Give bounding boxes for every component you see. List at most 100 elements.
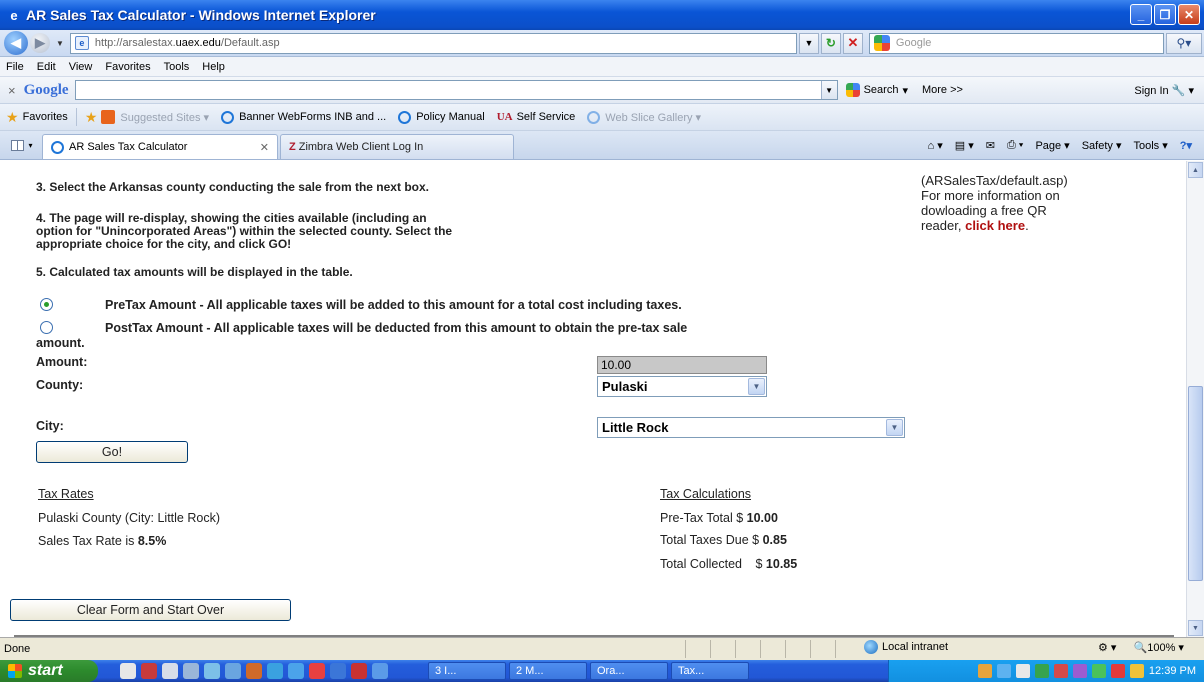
tools-menu[interactable]: Tools ▾: [1133, 139, 1167, 152]
app-icon[interactable]: [267, 663, 283, 679]
search-button[interactable]: ⚲ ▾: [1165, 32, 1202, 54]
google-search-button[interactable]: Search ▾: [845, 83, 908, 97]
vertical-scrollbar[interactable]: ▲ ▼: [1186, 161, 1204, 637]
ie-page-icon: [51, 140, 64, 154]
menu-edit[interactable]: Edit: [37, 61, 56, 73]
app-icon[interactable]: [120, 663, 136, 679]
qr-click-here-link[interactable]: click here: [965, 218, 1025, 233]
close-tab-icon[interactable]: ✕: [260, 141, 269, 154]
status-text: Done: [4, 643, 31, 655]
favorite-web-slice-gallery[interactable]: Web Slice Gallery ▾: [587, 110, 701, 124]
tray-icon[interactable]: [1091, 664, 1106, 678]
menu-view[interactable]: View: [69, 61, 93, 73]
menu-help[interactable]: Help: [202, 61, 225, 73]
tray-icon[interactable]: [977, 664, 992, 678]
search-input[interactable]: Google: [868, 32, 1164, 54]
back-button[interactable]: ◀: [4, 31, 28, 55]
page-icon: e: [74, 36, 89, 50]
app-icon[interactable]: [183, 663, 199, 679]
tray-icon[interactable]: [1015, 664, 1030, 678]
tray-icon[interactable]: [996, 664, 1011, 678]
refresh-button[interactable]: ↻: [820, 32, 841, 54]
city-select[interactable]: Little Rock ▼: [597, 417, 905, 438]
city-label: City:: [36, 419, 64, 433]
qr-note-line: (ARSalesTax/default.asp): [921, 173, 1068, 188]
app-icon[interactable]: [141, 663, 157, 679]
pretax-total-label: Pre-Tax Total $: [660, 511, 747, 525]
app-icon[interactable]: [330, 663, 346, 679]
app-icon[interactable]: [204, 663, 220, 679]
pretax-radio[interactable]: [40, 298, 53, 311]
help-icon[interactable]: ?▾: [1180, 139, 1192, 152]
mail-icon[interactable]: ✉: [986, 139, 995, 152]
zoom-control[interactable]: ⚙ ▾ 🔍100% ▾: [1098, 641, 1184, 654]
print-icon[interactable]: ⎙ ▾: [1007, 139, 1023, 152]
toolbar-close-button[interactable]: ×: [8, 83, 16, 98]
app-icon[interactable]: [162, 663, 178, 679]
favorite-self-service[interactable]: UA Self Service: [497, 111, 576, 123]
taskbar-item[interactable]: 3 I...: [428, 662, 506, 680]
menu-tools[interactable]: Tools: [164, 61, 190, 73]
favorite-banner-webforms[interactable]: Banner WebForms INB and ...: [221, 110, 386, 124]
more-button[interactable]: More >>: [922, 84, 963, 96]
tray-icon[interactable]: [1110, 664, 1125, 678]
favorite-suggested-sites[interactable]: Suggested Sites ▾: [101, 110, 209, 124]
taskbar-item[interactable]: Tax...: [671, 662, 749, 680]
feeds-icon[interactable]: ▤ ▾: [955, 139, 974, 152]
scroll-down-icon[interactable]: ▼: [1188, 620, 1203, 636]
go-button[interactable]: Go!: [36, 441, 188, 463]
tray-icon[interactable]: [1129, 664, 1144, 678]
tray-icon[interactable]: [1034, 664, 1049, 678]
posttax-radio[interactable]: [40, 321, 53, 334]
address-input[interactable]: e http://arsalestax. uaex.edu/Default.asp: [69, 32, 797, 54]
app-icon[interactable]: [288, 663, 304, 679]
url-domain: uaex.edu: [175, 37, 221, 49]
taskbar-item[interactable]: Ora...: [590, 662, 668, 680]
safety-menu[interactable]: Safety ▾: [1082, 139, 1122, 152]
page-menu[interactable]: Page ▾: [1035, 139, 1069, 152]
stop-button[interactable]: ✕: [842, 32, 863, 54]
url-suffix: /Default.asp: [220, 37, 280, 49]
app-icon[interactable]: [225, 663, 241, 679]
chevron-down-icon[interactable]: ▼: [820, 81, 837, 99]
chevron-down-icon[interactable]: ▼: [886, 419, 903, 436]
home-icon[interactable]: ⌂ ▾: [928, 139, 943, 152]
taskbar-item[interactable]: 2 M...: [509, 662, 587, 680]
county-label: County:: [36, 378, 84, 392]
menu-favorites[interactable]: Favorites: [105, 61, 150, 73]
maximize-button[interactable]: ❐: [1154, 4, 1176, 25]
app-icon[interactable]: [351, 663, 367, 679]
tax-rates-heading: Tax Rates: [38, 487, 94, 501]
tab-ar-sales-tax[interactable]: AR Sales Tax Calculator ✕: [42, 134, 278, 159]
amount-input[interactable]: 10.00: [597, 356, 767, 374]
scroll-up-icon[interactable]: ▲: [1188, 162, 1203, 178]
forward-button[interactable]: ▶: [30, 33, 50, 53]
close-window-button[interactable]: ✕: [1178, 4, 1200, 25]
security-zone[interactable]: Local intranet: [864, 640, 948, 654]
add-favorite-icon[interactable]: ★: [85, 109, 98, 126]
favorites-star-icon: ★: [6, 108, 19, 125]
menu-bar: File Edit View Favorites Tools Help: [0, 57, 1204, 77]
total-collected-currency: $: [755, 557, 766, 571]
address-dropdown-button[interactable]: ▼: [798, 32, 819, 54]
start-button[interactable]: start: [0, 660, 98, 682]
menu-file[interactable]: File: [6, 61, 24, 73]
app-icon[interactable]: [246, 663, 262, 679]
tray-icon[interactable]: [1053, 664, 1068, 678]
quick-tabs-button[interactable]: ▾: [4, 134, 40, 156]
sign-in-button[interactable]: Sign In 🔧 ▾: [1134, 84, 1194, 97]
qr-note: (ARSalesTax/default.asp) For more inform…: [921, 173, 1121, 233]
clear-form-button[interactable]: Clear Form and Start Over: [10, 599, 291, 621]
county-select[interactable]: Pulaski ▼: [597, 376, 767, 397]
minimize-button[interactable]: _: [1130, 4, 1152, 25]
app-icon[interactable]: [309, 663, 325, 679]
favorites-button[interactable]: Favorites: [23, 111, 68, 123]
tab-zimbra[interactable]: Z Zimbra Web Client Log In: [280, 134, 514, 159]
tray-icon[interactable]: [1072, 664, 1087, 678]
history-dropdown-icon[interactable]: ▼: [56, 39, 64, 48]
chevron-down-icon[interactable]: ▼: [748, 378, 765, 395]
google-search-input[interactable]: ▼: [74, 80, 838, 100]
favorite-policy-manual[interactable]: Policy Manual: [398, 110, 485, 124]
scroll-thumb[interactable]: [1188, 386, 1203, 581]
app-icon[interactable]: [372, 663, 388, 679]
